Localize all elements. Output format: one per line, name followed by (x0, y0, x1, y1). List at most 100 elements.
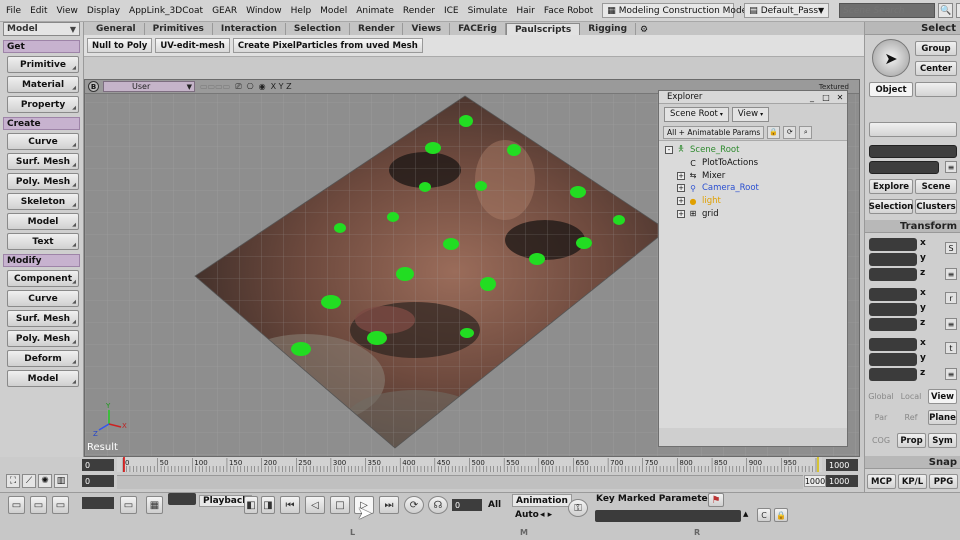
select-filter-button[interactable] (915, 82, 957, 97)
display-icon[interactable]: ⎔ (247, 82, 254, 91)
menu-applink[interactable]: AppLink_3DCoat (129, 6, 203, 16)
transform-menu-icon[interactable]: ≡ (945, 268, 957, 280)
transform-field-0-y[interactable] (869, 253, 917, 266)
tree-item-grid[interactable]: + ⊞ grid (659, 207, 847, 220)
layout-icon-5[interactable]: ▦ (146, 496, 163, 514)
axis-label[interactable]: z (920, 368, 925, 378)
expand-icon[interactable]: + (677, 184, 685, 193)
menu-hair[interactable]: Hair (516, 6, 534, 16)
create-text-button[interactable]: Text (7, 233, 79, 250)
first-frame-icon[interactable]: ⏮ (280, 496, 300, 514)
create-pixel-particles-button[interactable]: Create PixelParticles from uved Mesh (232, 38, 423, 53)
kpl-tab[interactable]: KP/L (898, 474, 927, 489)
last-frame-icon[interactable]: ⏭ (379, 496, 399, 514)
search-icon[interactable]: ⌕ (799, 125, 813, 139)
create-curve-button[interactable]: Curve (7, 133, 79, 150)
clusters-button[interactable]: Clusters (915, 199, 957, 214)
layout-icon-3[interactable]: ▭ (52, 496, 69, 514)
timeline-range-end-field[interactable]: 1000 (826, 475, 858, 487)
axis-label[interactable]: z (920, 318, 925, 328)
menu-simulate[interactable]: Simulate (468, 6, 508, 16)
tab-views[interactable]: Views (403, 23, 451, 35)
tab-facerig[interactable]: FACErig (450, 23, 506, 35)
tab-render[interactable]: Render (350, 23, 404, 35)
auto-key-arrows[interactable]: ◂ ▸ (540, 510, 552, 520)
layout-icon-1[interactable]: ▭ (8, 496, 25, 514)
uv-edit-mesh-button[interactable]: UV-edit-mesh (155, 38, 230, 53)
viewport-camera-select[interactable]: User ▼ (103, 81, 195, 92)
section-header-create[interactable]: Create (3, 117, 80, 130)
copy-icon[interactable]: C (757, 508, 771, 522)
menu-gear[interactable]: GEAR (212, 6, 237, 16)
close-icon[interactable]: ✕ (833, 93, 847, 102)
transform-field-1-x[interactable] (869, 288, 917, 301)
create-surf-mesh-button[interactable]: Surf. Mesh (7, 153, 79, 170)
transform-mode-icon[interactable]: t (945, 342, 957, 354)
explore-button[interactable]: Explore (869, 179, 913, 194)
menu-display[interactable]: Display (87, 6, 120, 16)
tree-item-camera-root[interactable]: + ⚲ Camera_Root (659, 182, 847, 195)
scene-button[interactable]: Scene (915, 179, 957, 194)
get-property-button[interactable]: Property (7, 96, 79, 113)
expand-icon[interactable]: + (677, 197, 685, 206)
key-marked-field[interactable] (595, 510, 741, 522)
tab-selection[interactable]: Selection (286, 23, 351, 35)
null-to-poly-button[interactable]: Null to Poly (87, 38, 153, 53)
tab-general[interactable]: General (88, 23, 145, 35)
prev-key-icon[interactable]: ◧ (244, 496, 258, 514)
cog-toggle[interactable]: COG (867, 433, 895, 448)
menu-view[interactable]: View (57, 6, 78, 16)
mcp-tab[interactable]: MCP (867, 474, 896, 489)
explorer-scope-button[interactable]: Scene Root ▾ (664, 106, 729, 122)
transform-mode-icon[interactable]: S (945, 242, 957, 254)
wand-icon[interactable]: ⟋ (22, 474, 36, 488)
selection-button[interactable]: Selection (869, 199, 913, 214)
snap-icon[interactable]: ⛶ (6, 474, 20, 488)
tree-item-scene-root[interactable]: - 🯅 Scene_Root (659, 144, 847, 157)
menu-file[interactable]: File (6, 6, 21, 16)
object-button[interactable]: Object (869, 82, 913, 97)
menu-edit[interactable]: Edit (30, 6, 47, 16)
search-icon[interactable]: 🔍 (938, 3, 954, 18)
selection-name-field[interactable] (869, 145, 957, 158)
maximize-icon[interactable]: □ (819, 93, 833, 102)
audio-icon[interactable]: ☊ (428, 496, 448, 514)
group-button[interactable]: Group (915, 41, 957, 56)
modify-model-button[interactable]: Model (7, 370, 79, 387)
transform-field-1-y[interactable] (869, 303, 917, 316)
timeline-range-start-field[interactable]: 0 (82, 475, 114, 487)
section-header-modify[interactable]: Modify (3, 254, 80, 267)
tab-paulscripts[interactable]: Paulscripts (505, 23, 581, 35)
tree-item-plottoactions[interactable]: C PlotToActions (659, 157, 847, 170)
create-poly-mesh-button[interactable]: Poly. Mesh (7, 173, 79, 190)
scene-icon[interactable]: ✺ (38, 474, 52, 488)
selection-menu-icon[interactable]: ≡ (945, 161, 957, 173)
plane-toggle[interactable]: Plane (928, 410, 957, 425)
viewport-axes[interactable]: X Y Z (271, 82, 292, 91)
modify-component-button[interactable]: Component (7, 270, 79, 287)
explorer-view-button[interactable]: View ▾ (731, 106, 770, 122)
layout-icon-4[interactable]: ▭ (120, 496, 137, 514)
minimize-icon[interactable]: _ (805, 93, 819, 102)
scene-search-input[interactable] (839, 3, 936, 18)
transform-field-2-x[interactable] (869, 338, 917, 351)
tree-item-mixer[interactable]: + ⇆ Mixer (659, 169, 847, 182)
loop-icon[interactable]: ⟳ (404, 496, 424, 514)
modify-poly-mesh-button[interactable]: Poly. Mesh (7, 330, 79, 347)
tab-options-icon[interactable]: ⚙ (640, 25, 648, 35)
section-header-get[interactable]: Get (3, 40, 80, 53)
get-material-button[interactable]: Material (7, 76, 79, 93)
play-backward-icon[interactable]: ◁ (305, 496, 325, 514)
tab-primitives[interactable]: Primitives (145, 23, 213, 35)
timeline-ruler[interactable]: 0 50 100 150 200 250 300 350 400 450 500 550 600 650 7… (117, 457, 822, 472)
axis-label[interactable]: y (920, 253, 926, 263)
transform-field-0-x[interactable] (869, 238, 917, 251)
next-key-icon[interactable]: ◨ (261, 496, 275, 514)
transform-field-1-z[interactable] (869, 318, 917, 331)
menu-help[interactable]: Help (291, 6, 312, 16)
key-marked-icon[interactable]: ⚑ (708, 493, 724, 507)
lock-icon[interactable]: 🔒 (767, 125, 781, 139)
tree-item-light[interactable]: + ● light (659, 195, 847, 208)
local-toggle[interactable]: Local (897, 389, 925, 404)
select-list-button[interactable] (869, 122, 957, 137)
